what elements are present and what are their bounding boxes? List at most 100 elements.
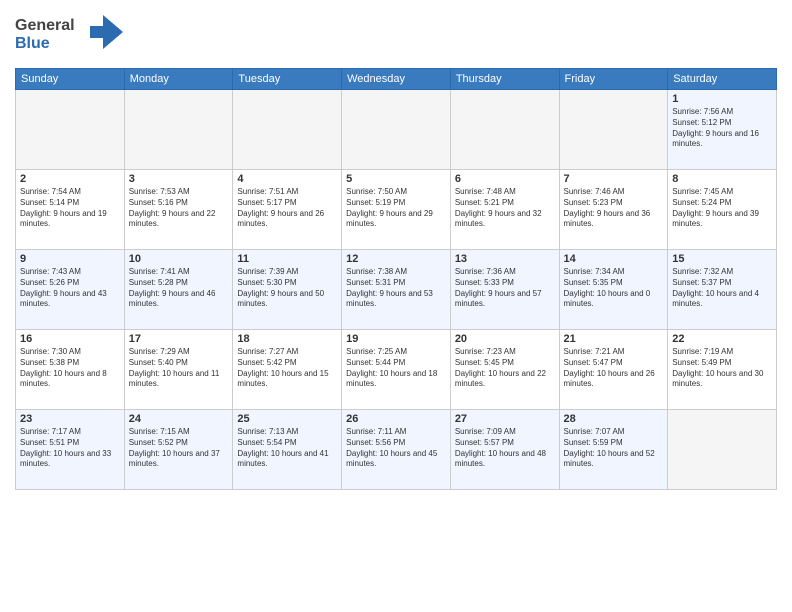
col-sunday: Sunday [16,69,125,90]
calendar-table: Sunday Monday Tuesday Wednesday Thursday… [15,68,777,490]
table-row: 21 Sunrise: 7:21 AM Sunset: 5:47 PM Dayli… [559,330,668,410]
day-number: 21 [564,333,664,345]
day-number: 14 [564,253,664,265]
day-info: Sunrise: 7:50 AM Sunset: 5:19 PM Dayligh… [346,187,446,230]
table-row: 4 Sunrise: 7:51 AM Sunset: 5:17 PM Daylig… [233,170,342,250]
day-info: Sunrise: 7:36 AM Sunset: 5:33 PM Dayligh… [455,267,555,310]
table-row: 26 Sunrise: 7:11 AM Sunset: 5:56 PM Dayli… [342,410,451,490]
day-number: 12 [346,253,446,265]
day-info: Sunrise: 7:25 AM Sunset: 5:44 PM Dayligh… [346,347,446,390]
calendar-week-row: 16Sunrise: 7:30 AM Sunset: 5:38 PM Dayli… [16,330,777,410]
col-monday: Monday [124,69,233,90]
logo-image: General Blue [15,10,125,60]
table-row [450,90,559,170]
day-number: 26 [346,413,446,425]
day-info: Sunrise: 7:29 AM Sunset: 5:40 PM Dayligh… [129,347,229,390]
table-row: 9 Sunrise: 7:43 AM Sunset: 5:26 PM Daylig… [16,250,125,330]
day-info: Sunrise: 7:46 AM Sunset: 5:23 PM Dayligh… [564,187,664,230]
day-info: Sunrise: 7:13 AM Sunset: 5:54 PM Dayligh… [237,427,337,470]
day-info: Sunrise: 7:53 AM Sunset: 5:16 PM Dayligh… [129,187,229,230]
table-row: 2 Sunrise: 7:54 AM Sunset: 5:14 PM Daylig… [16,170,125,250]
table-row: 19 Sunrise: 7:25 AM Sunset: 5:44 PM Dayli… [342,330,451,410]
table-row [668,410,777,490]
table-row: 20 Sunrise: 7:23 AM Sunset: 5:45 PM Dayli… [450,330,559,410]
day-number: 24 [129,413,229,425]
calendar-week-row: 1 Sunrise: 7:56 AM Sunset: 5:12 PM Daylig… [16,90,777,170]
calendar-week-row: 9 Sunrise: 7:43 AM Sunset: 5:26 PM Daylig… [16,250,777,330]
table-row: 22Sunrise: 7:19 AM Sunset: 5:49 PM Dayli… [668,330,777,410]
table-row: 23 Sunrise: 7:17 AM Sunset: 5:51 PM Dayli… [16,410,125,490]
day-number: 19 [346,333,446,345]
calendar-week-row: 23 Sunrise: 7:17 AM Sunset: 5:51 PM Dayli… [16,410,777,490]
day-number: 6 [455,173,555,185]
day-number: 1 [672,93,772,105]
day-info: Sunrise: 7:21 AM Sunset: 5:47 PM Dayligh… [564,347,664,390]
day-info: Sunrise: 7:07 AM Sunset: 5:59 PM Dayligh… [564,427,664,470]
day-info: Sunrise: 7:43 AM Sunset: 5:26 PM Dayligh… [20,267,120,310]
day-number: 20 [455,333,555,345]
day-info: Sunrise: 7:39 AM Sunset: 5:30 PM Dayligh… [237,267,337,310]
table-row: 16Sunrise: 7:30 AM Sunset: 5:38 PM Dayli… [16,330,125,410]
day-number: 10 [129,253,229,265]
day-info: Sunrise: 7:27 AM Sunset: 5:42 PM Dayligh… [237,347,337,390]
logo: General Blue [15,10,125,60]
svg-text:General: General [15,17,75,34]
col-friday: Friday [559,69,668,90]
table-row: 13 Sunrise: 7:36 AM Sunset: 5:33 PM Dayli… [450,250,559,330]
day-info: Sunrise: 7:23 AM Sunset: 5:45 PM Dayligh… [455,347,555,390]
day-info: Sunrise: 7:15 AM Sunset: 5:52 PM Dayligh… [129,427,229,470]
table-row [233,90,342,170]
table-row: 25 Sunrise: 7:13 AM Sunset: 5:54 PM Dayli… [233,410,342,490]
table-row: 27Sunrise: 7:09 AM Sunset: 5:57 PM Dayli… [450,410,559,490]
day-info: Sunrise: 7:56 AM Sunset: 5:12 PM Dayligh… [672,107,772,150]
table-row: 5 Sunrise: 7:50 AM Sunset: 5:19 PM Daylig… [342,170,451,250]
page-container: General Blue Sunday Monday Tuesday Wedne… [0,0,792,612]
table-row [559,90,668,170]
day-number: 18 [237,333,337,345]
day-info: Sunrise: 7:51 AM Sunset: 5:17 PM Dayligh… [237,187,337,230]
header: General Blue [15,10,777,60]
day-info: Sunrise: 7:32 AM Sunset: 5:37 PM Dayligh… [672,267,772,310]
table-row: 1 Sunrise: 7:56 AM Sunset: 5:12 PM Daylig… [668,90,777,170]
day-number: 8 [672,173,772,185]
table-row: 6 Sunrise: 7:48 AM Sunset: 5:21 PM Daylig… [450,170,559,250]
day-number: 13 [455,253,555,265]
day-info: Sunrise: 7:17 AM Sunset: 5:51 PM Dayligh… [20,427,120,470]
table-row: 18 Sunrise: 7:27 AM Sunset: 5:42 PM Dayli… [233,330,342,410]
day-number: 11 [237,253,337,265]
calendar-week-row: 2 Sunrise: 7:54 AM Sunset: 5:14 PM Daylig… [16,170,777,250]
table-row: 8 Sunrise: 7:45 AM Sunset: 5:24 PM Daylig… [668,170,777,250]
table-row [16,90,125,170]
table-row: 10 Sunrise: 7:41 AM Sunset: 5:28 PM Dayli… [124,250,233,330]
day-number: 9 [20,253,120,265]
day-info: Sunrise: 7:54 AM Sunset: 5:14 PM Dayligh… [20,187,120,230]
day-number: 15 [672,253,772,265]
table-row: 17 Sunrise: 7:29 AM Sunset: 5:40 PM Dayli… [124,330,233,410]
col-tuesday: Tuesday [233,69,342,90]
table-row [342,90,451,170]
day-info: Sunrise: 7:34 AM Sunset: 5:35 PM Dayligh… [564,267,664,310]
table-row: 11 Sunrise: 7:39 AM Sunset: 5:30 PM Dayli… [233,250,342,330]
day-number: 28 [564,413,664,425]
day-info: Sunrise: 7:41 AM Sunset: 5:28 PM Dayligh… [129,267,229,310]
day-number: 4 [237,173,337,185]
day-number: 17 [129,333,229,345]
day-info: Sunrise: 7:11 AM Sunset: 5:56 PM Dayligh… [346,427,446,470]
day-info: Sunrise: 7:48 AM Sunset: 5:21 PM Dayligh… [455,187,555,230]
day-number: 22 [672,333,772,345]
day-number: 3 [129,173,229,185]
day-info: Sunrise: 7:45 AM Sunset: 5:24 PM Dayligh… [672,187,772,230]
table-row: 7 Sunrise: 7:46 AM Sunset: 5:23 PM Daylig… [559,170,668,250]
table-row: 14 Sunrise: 7:34 AM Sunset: 5:35 PM Dayli… [559,250,668,330]
day-number: 2 [20,173,120,185]
day-number: 25 [237,413,337,425]
calendar-header-row: Sunday Monday Tuesday Wednesday Thursday… [16,69,777,90]
day-info: Sunrise: 7:38 AM Sunset: 5:31 PM Dayligh… [346,267,446,310]
day-number: 23 [20,413,120,425]
svg-text:Blue: Blue [15,35,50,52]
table-row: 24 Sunrise: 7:15 AM Sunset: 5:52 PM Dayli… [124,410,233,490]
day-number: 7 [564,173,664,185]
table-row: 12 Sunrise: 7:38 AM Sunset: 5:31 PM Dayli… [342,250,451,330]
day-number: 5 [346,173,446,185]
table-row: 3 Sunrise: 7:53 AM Sunset: 5:16 PM Daylig… [124,170,233,250]
